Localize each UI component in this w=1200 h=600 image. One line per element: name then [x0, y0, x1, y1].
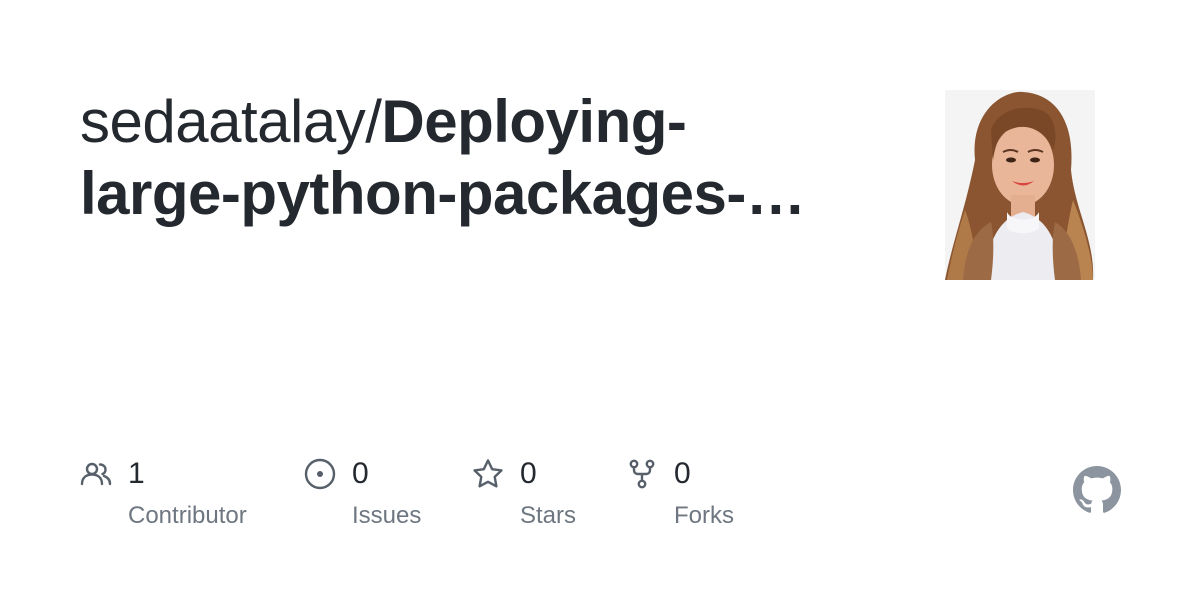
- repo-name-line-2[interactable]: large-python-packages-…: [80, 160, 806, 227]
- contributors-label: Contributor: [128, 502, 247, 529]
- github-logo-icon[interactable]: [1073, 466, 1121, 514]
- repo-title: sedaatalay/Deploying- large-python-packa…: [80, 86, 880, 230]
- issues-count: 0: [352, 457, 369, 490]
- stars-label: Stars: [520, 502, 577, 529]
- owner-avatar: [945, 90, 1095, 280]
- repo-forked-icon: [629, 459, 655, 489]
- forks-count: 0: [674, 457, 691, 490]
- avatar-portrait-icon: [945, 90, 1095, 280]
- repo-name-line-1[interactable]: Deploying-: [381, 88, 687, 155]
- star-icon: [473, 459, 503, 488]
- issue-opened-icon: [304, 458, 336, 490]
- forks-label: Forks: [674, 502, 734, 529]
- people-icon: [80, 462, 112, 486]
- contributors-count: 1: [128, 457, 145, 490]
- stars-count: 0: [520, 457, 537, 490]
- issues-label: Issues: [352, 502, 422, 529]
- repo-owner[interactable]: sedaatalay/: [80, 88, 382, 155]
